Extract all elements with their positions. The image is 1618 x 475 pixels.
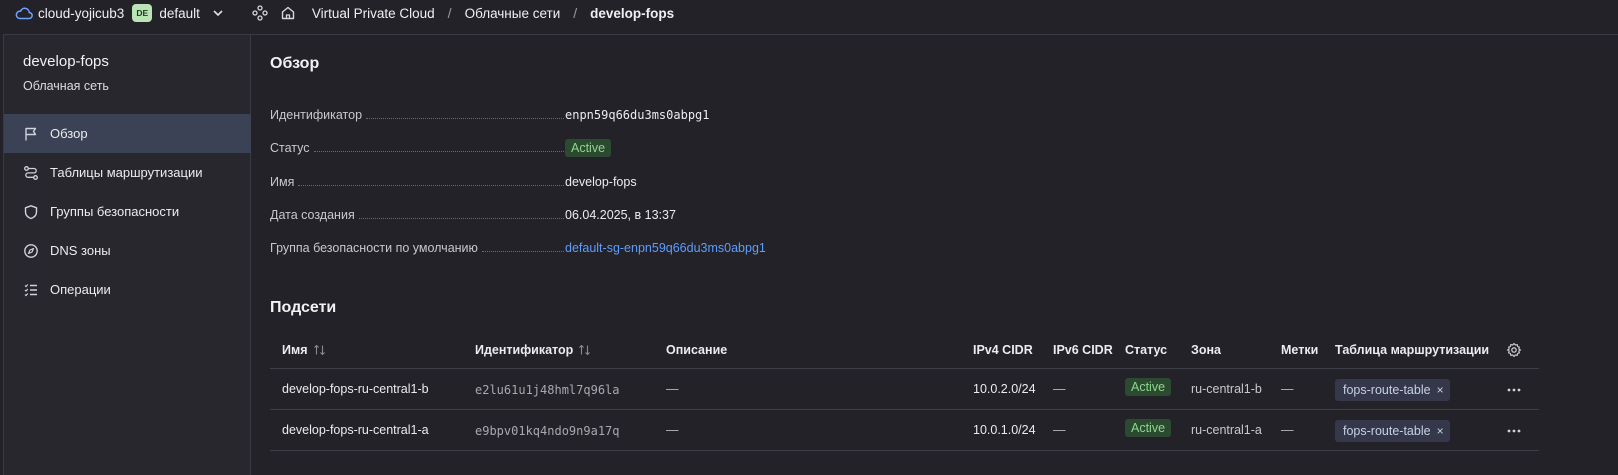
sidebar-item-dns-zones[interactable]: DNS зоны (4, 231, 251, 270)
property-label: Имя (270, 175, 295, 189)
services-icon[interactable] (252, 5, 268, 21)
folder-badge: DE (132, 4, 153, 22)
default-security-group-link[interactable]: default-sg-enpn59q66du3ms0abpg1 (565, 241, 766, 255)
property-row-id: Идентификатор enpn59q66du3ms0abpg1 (270, 105, 1030, 125)
home-icon[interactable] (280, 5, 296, 21)
flag-icon (25, 127, 37, 140)
subnet-description: — (666, 423, 679, 437)
subnet-name[interactable]: develop-fops-ru-central1-a (282, 423, 429, 437)
route-table-tag[interactable]: fops-route-table × (1335, 420, 1450, 442)
breadcrumb-separator: / (573, 5, 578, 21)
more-actions-button[interactable] (1505, 382, 1523, 398)
status-badge: Active (1125, 378, 1172, 396)
gear-icon[interactable] (1506, 342, 1522, 358)
route-table-name[interactable]: fops-route-table (1343, 383, 1431, 397)
main-content: Обзор Идентификатор enpn59q66du3ms0abpg1… (251, 34, 1618, 475)
folder-name[interactable]: default (159, 6, 200, 21)
breadcrumb-vpc[interactable]: Virtual Private Cloud (312, 6, 435, 21)
subnet-ipv6: — (1053, 423, 1066, 437)
route-icon (24, 165, 38, 180)
subnet-description: — (666, 382, 679, 396)
sidebar-item-label: Группы безопасности (50, 204, 180, 219)
sidebar: develop-fops Облачная сеть Обзор Таблицы… (3, 34, 251, 475)
close-icon[interactable]: × (1437, 383, 1444, 397)
chevron-down-icon[interactable] (212, 7, 224, 19)
breadcrumb-current: develop-fops (590, 5, 675, 21)
property-row-security-group: Группа безопасности по умолчанию default… (270, 238, 1030, 258)
sidebar-item-security-groups[interactable]: Группы безопасности (4, 192, 251, 231)
subnet-zone: ru-central1-b (1191, 382, 1262, 396)
breadcrumb-separator: / (447, 5, 452, 21)
subnet-id: e9bpv01kq4ndo9n9a17q (475, 424, 620, 438)
property-label: Группа безопасности по умолчанию (270, 241, 478, 255)
column-header-ipv4: IPv4 CIDR (973, 343, 1033, 357)
shield-icon (24, 204, 38, 219)
compass-icon (24, 243, 38, 258)
route-table-name[interactable]: fops-route-table (1343, 424, 1431, 438)
subnet-id: e2lu61u1j48hml7q96la (475, 383, 620, 397)
more-horizontal-icon (1507, 388, 1521, 392)
table-row[interactable]: develop-fops-ru-central1-b e2lu61u1j48hm… (270, 370, 1539, 410)
close-icon[interactable]: × (1437, 424, 1444, 438)
subnets-title: Подсети (270, 299, 337, 316)
more-actions-button[interactable] (1505, 423, 1523, 439)
sidebar-item-overview[interactable]: Обзор (4, 114, 251, 153)
table-header: Имя Идентификатор Описание IPv4 CIDR IPv… (270, 331, 1539, 369)
sidebar-item-label: Таблицы маршрутизации (50, 165, 203, 180)
subnet-name[interactable]: develop-fops-ru-central1-b (282, 382, 429, 396)
subnet-zone: ru-central1-a (1191, 423, 1262, 437)
table-row[interactable]: develop-fops-ru-central1-a e9bpv01kq4ndo… (270, 411, 1539, 451)
created-date-value: 06.04.2025, в 13:37 (565, 208, 676, 222)
column-header-id[interactable]: Идентификатор (475, 343, 591, 357)
column-header-route-table: Таблица маршрутизации (1335, 343, 1490, 357)
resource-type: Облачная сеть (23, 79, 109, 93)
overview-title: Обзор (270, 55, 320, 72)
network-id-value: enpn59q66du3ms0abpg1 (565, 108, 710, 122)
sidebar-item-operations[interactable]: Операции (4, 270, 251, 309)
subnet-labels: — (1281, 382, 1294, 396)
column-header-description: Описание (666, 343, 728, 357)
column-header-labels: Метки (1281, 343, 1319, 357)
top-bar: cloud-yojicub3 DE default Virtual Privat… (0, 0, 1618, 26)
sidebar-item-label: DNS зоны (50, 243, 111, 258)
route-table-tag[interactable]: fops-route-table × (1335, 379, 1450, 401)
sort-icon[interactable] (578, 344, 591, 356)
property-label: Статус (270, 141, 310, 155)
subnet-ipv6: — (1053, 382, 1066, 396)
sidebar-item-label: Обзор (50, 126, 88, 141)
property-label: Идентификатор (270, 108, 363, 122)
property-label: Дата создания (270, 208, 355, 222)
more-horizontal-icon (1507, 429, 1521, 433)
sidebar-item-label: Операции (50, 282, 111, 297)
property-row-created: Дата создания 06.04.2025, в 13:37 (270, 205, 1030, 225)
cloud-icon (15, 7, 33, 20)
column-header-zone: Зона (1191, 343, 1221, 357)
status-badge: Active (565, 139, 612, 157)
status-badge: Active (1125, 419, 1172, 437)
subnet-ipv4: 10.0.1.0/24 (973, 423, 1036, 437)
sort-icon[interactable] (313, 344, 326, 356)
list-icon (24, 283, 37, 296)
property-row-status: Статус Active (270, 138, 1030, 158)
column-header-name[interactable]: Имя (282, 343, 326, 357)
subnet-ipv4: 10.0.2.0/24 (973, 382, 1036, 396)
column-header-ipv6: IPv6 CIDR (1053, 343, 1113, 357)
column-header-status: Статус (1125, 343, 1168, 357)
sidebar-nav: Обзор Таблицы маршрутизации Группы безоп… (4, 114, 251, 309)
breadcrumb-cloud-networks[interactable]: Облачные сети (465, 6, 561, 21)
property-row-name: Имя develop-fops (270, 172, 1030, 192)
cloud-name[interactable]: cloud-yojicub3 (38, 6, 124, 21)
sidebar-item-route-tables[interactable]: Таблицы маршрутизации (4, 153, 251, 192)
resource-title: develop-fops (23, 53, 109, 70)
subnet-labels: — (1281, 423, 1294, 437)
network-name-value: develop-fops (565, 175, 637, 189)
